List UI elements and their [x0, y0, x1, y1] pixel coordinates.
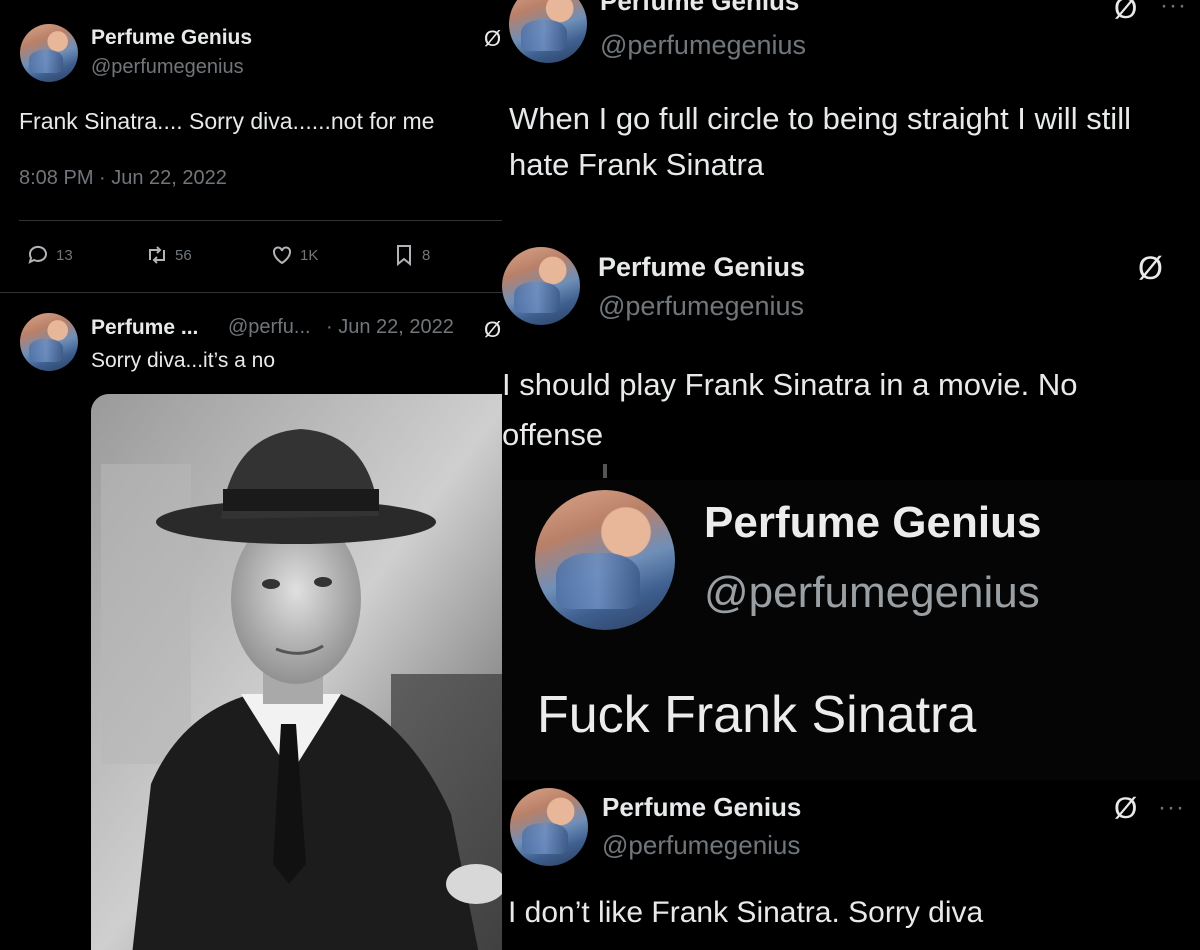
- tweet-panel-3: Perfume Genius @perfumegenius Ø ··· When…: [502, 0, 1200, 232]
- repost-button[interactable]: 56: [145, 243, 192, 267]
- tweet-text: When I go full circle to being straight …: [509, 101, 1131, 182]
- like-count: 1K: [300, 246, 319, 264]
- more-options-icon[interactable]: ···: [1160, 0, 1187, 20]
- avatar[interactable]: [20, 313, 78, 371]
- author-name[interactable]: Perfume Genius: [91, 26, 252, 50]
- like-button[interactable]: 1K: [270, 243, 318, 267]
- author-name[interactable]: Perfume Genius: [600, 0, 799, 17]
- tweet-panel-2: Perfume ... @perfu... · Jun 22, 2022 Ø S…: [0, 292, 502, 950]
- repost-icon: [149, 246, 165, 264]
- repost-count: 56: [175, 246, 192, 264]
- grok-icon[interactable]: Ø: [484, 26, 501, 52]
- avatar[interactable]: [502, 247, 580, 325]
- author-handle[interactable]: @perfu...: [228, 316, 311, 339]
- grok-icon[interactable]: Ø: [484, 317, 501, 343]
- avatar[interactable]: [535, 490, 675, 630]
- tweet-text: I should play Frank Sinatra in a movie. …: [502, 367, 1078, 452]
- tweet-photo[interactable]: [91, 394, 502, 950]
- author-handle[interactable]: @perfumegenius: [598, 291, 804, 322]
- tweet-text: Sorry diva...it’s a no: [91, 349, 276, 372]
- reply-button[interactable]: 13: [26, 243, 73, 267]
- author-handle[interactable]: @perfumegenius: [600, 30, 806, 61]
- author-name[interactable]: Perfume ...: [91, 316, 198, 340]
- tweet-panel-5: Perfume Genius @perfumegenius Fuck Frank…: [502, 480, 1200, 780]
- avatar[interactable]: [510, 788, 588, 866]
- thread-line: [603, 464, 607, 478]
- tweet-text: I don’t like Frank Sinatra. Sorry diva: [508, 896, 984, 929]
- bookmark-button[interactable]: 8: [392, 243, 430, 267]
- author-handle[interactable]: @perfumegenius: [602, 830, 800, 861]
- bookmark-icon: [397, 245, 411, 267]
- grok-icon[interactable]: Ø: [1114, 0, 1137, 26]
- author-name[interactable]: Perfume Genius: [598, 252, 805, 283]
- grok-icon[interactable]: Ø: [1138, 250, 1163, 287]
- reply-icon: [28, 245, 47, 264]
- tweet-date[interactable]: · Jun 22, 2022: [326, 316, 454, 339]
- tweet-timestamp[interactable]: 8:08 PM · Jun 22, 2022: [19, 167, 227, 190]
- divider: [19, 220, 502, 221]
- tweet-panel-6: Perfume Genius @perfumegenius Ø ··· I do…: [502, 780, 1200, 949]
- avatar[interactable]: [509, 0, 587, 63]
- avatar[interactable]: [20, 24, 78, 82]
- tweet-text: Fuck Frank Sinatra: [537, 686, 977, 744]
- author-name[interactable]: Perfume Genius: [704, 498, 1041, 548]
- tweet-panel-1: Perfume Genius @perfumegenius Ø Frank Si…: [0, 0, 502, 292]
- portrait-image: [91, 394, 502, 950]
- tweet-text: Frank Sinatra.... Sorry diva......not fo…: [19, 108, 435, 134]
- author-handle[interactable]: @perfumegenius: [704, 568, 1040, 618]
- bookmark-count: 8: [422, 246, 431, 264]
- author-handle[interactable]: @perfumegenius: [91, 56, 244, 79]
- heart-icon: [273, 246, 291, 265]
- grok-icon[interactable]: Ø: [1114, 792, 1137, 826]
- reply-count: 13: [56, 246, 73, 264]
- more-options-icon[interactable]: ···: [1158, 794, 1185, 822]
- tweet-panel-4: Perfume Genius @perfumegenius Ø I should…: [502, 232, 1200, 480]
- author-name[interactable]: Perfume Genius: [602, 792, 801, 823]
